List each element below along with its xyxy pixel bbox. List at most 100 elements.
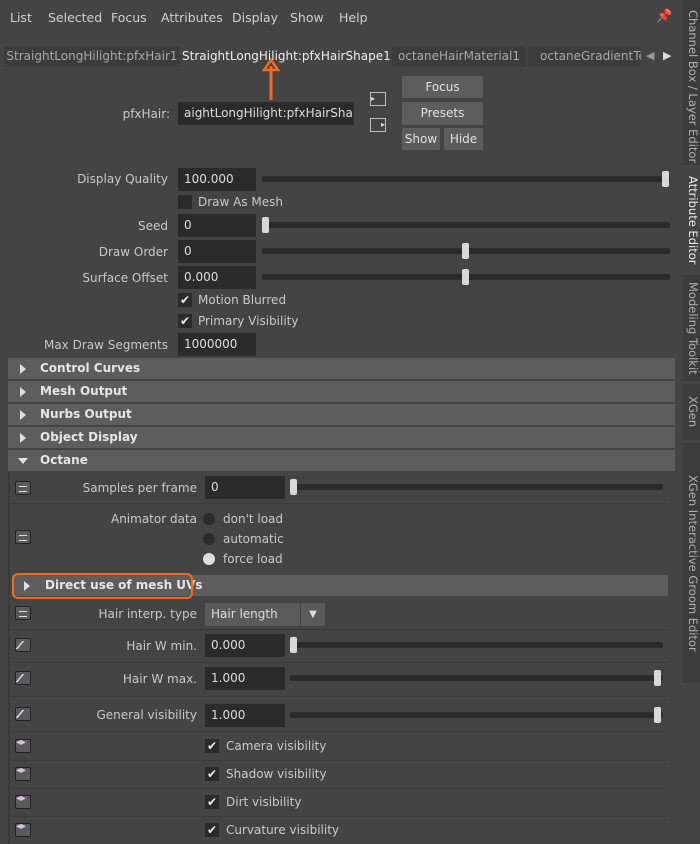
shadow-visibility-checkbox[interactable]: ✔: [205, 767, 219, 781]
samples-label: Samples per frame: [82, 481, 197, 495]
side-tab-channel-box[interactable]: Channel Box / Layer Editor: [683, 0, 700, 165]
wmax-field[interactable]: 1.000: [205, 667, 285, 690]
surface-offset-label: Surface Offset: [82, 271, 168, 285]
curve-icon[interactable]: [15, 638, 31, 652]
tab-gradient-texture[interactable]: octaneGradientTexture: [528, 46, 641, 67]
samples-field[interactable]: 0: [205, 476, 285, 499]
curvature-visibility-label: Curvature visibility: [226, 823, 339, 837]
radio-automatic[interactable]: [203, 533, 215, 545]
primary-visibility-checkbox[interactable]: ✔: [178, 314, 192, 328]
load-input-icon[interactable]: ▸: [370, 92, 386, 106]
octane-panel-border: [8, 472, 10, 844]
interp-value: Hair length: [211, 607, 278, 621]
side-tab-modeling-toolkit[interactable]: Modeling Toolkit: [683, 275, 700, 381]
row-separator: [12, 760, 667, 761]
link-icon[interactable]: [15, 793, 31, 809]
surface-offset-field[interactable]: 0.000: [178, 266, 256, 289]
samples-handle[interactable]: [290, 479, 297, 495]
tab-pfxhair[interactable]: StraightLongHilight:pfxHair1: [4, 46, 180, 67]
curve-icon[interactable]: [15, 671, 31, 685]
menu-list[interactable]: List: [10, 10, 32, 25]
pin-icon[interactable]: 📌: [656, 9, 672, 24]
surface-offset-handle[interactable]: [462, 269, 469, 285]
draw-order-field[interactable]: 0: [178, 240, 256, 263]
tab-pfxhairshape[interactable]: StraightLongHilight:pfxHairShape1: [182, 46, 390, 67]
load-output-icon[interactable]: ▸: [370, 118, 386, 132]
tab-hair-material[interactable]: octaneHairMaterial1: [392, 46, 526, 67]
draw-order-handle[interactable]: [462, 243, 469, 259]
section-label: Object Display: [40, 430, 138, 444]
primary-visibility-label: Primary Visibility: [198, 314, 299, 328]
animator-label: Animator data: [110, 512, 197, 526]
wmax-handle[interactable]: [654, 670, 661, 686]
highlight-outline: [12, 573, 193, 599]
focus-button[interactable]: Focus: [402, 76, 483, 98]
section-label: Control Curves: [40, 361, 141, 375]
tab-scroll-right-icon[interactable]: ▶: [663, 49, 671, 62]
motion-blurred-label: Motion Blurred: [198, 293, 287, 307]
connection-icon[interactable]: [15, 530, 31, 544]
tab-scroll-left-icon[interactable]: ◀: [646, 49, 654, 62]
section-mesh-output[interactable]: Mesh Output: [8, 381, 675, 402]
radio-automatic-label: automatic: [223, 532, 284, 546]
motion-blurred-checkbox[interactable]: ✔: [178, 293, 192, 307]
wmax-slider[interactable]: [290, 675, 663, 681]
connection-icon[interactable]: [15, 606, 31, 620]
display-quality-handle[interactable]: [662, 171, 669, 187]
row-separator: [12, 696, 667, 697]
menu-help[interactable]: Help: [339, 10, 368, 25]
expand-icon: [20, 364, 26, 374]
dirt-visibility-checkbox[interactable]: ✔: [205, 795, 219, 809]
node-label: pfxHair:: [122, 107, 170, 121]
section-octane[interactable]: Octane: [8, 450, 675, 471]
menu-focus[interactable]: Focus: [111, 10, 147, 25]
menu-show[interactable]: Show: [290, 10, 324, 25]
show-button[interactable]: Show: [402, 128, 440, 150]
expand-icon: [20, 410, 26, 420]
side-tab-xgen-groom[interactable]: XGen Interactive Groom Editor: [683, 443, 700, 683]
radio-dont-load[interactable]: [203, 513, 215, 525]
row-separator: [12, 788, 667, 789]
link-icon[interactable]: [15, 737, 31, 753]
interp-dropdown[interactable]: Hair length ▼: [205, 603, 325, 626]
wmin-field[interactable]: 0.000: [205, 634, 285, 657]
hide-button[interactable]: Hide: [444, 128, 483, 150]
collapse-icon: [18, 458, 28, 464]
presets-button[interactable]: Presets: [402, 102, 483, 125]
draw-as-mesh-checkbox[interactable]: [178, 195, 192, 209]
wmin-label: Hair W min.: [126, 639, 197, 653]
seed-slider[interactable]: [262, 222, 670, 228]
display-quality-field[interactable]: 100.000: [178, 168, 256, 191]
wmin-slider[interactable]: [290, 642, 663, 648]
max-draw-segments-field[interactable]: 1000000: [178, 333, 256, 356]
link-icon[interactable]: [15, 821, 31, 837]
curvature-visibility-checkbox[interactable]: ✔: [205, 823, 219, 837]
section-control-curves[interactable]: Control Curves: [8, 358, 675, 379]
curve-icon[interactable]: [15, 707, 31, 721]
wmin-handle[interactable]: [290, 637, 297, 653]
side-tab-xgen[interactable]: XGen: [683, 384, 700, 440]
seed-handle[interactable]: [262, 217, 269, 233]
genvis-slider[interactable]: [290, 712, 663, 718]
row-separator: [12, 662, 667, 663]
display-quality-slider[interactable]: [262, 176, 670, 182]
section-nurbs-output[interactable]: Nurbs Output: [8, 404, 675, 425]
wmax-label: Hair W max.: [122, 672, 197, 686]
connection-icon[interactable]: [15, 481, 31, 495]
side-tab-attribute-editor[interactable]: Attribute Editor: [683, 168, 700, 272]
link-icon[interactable]: [15, 765, 31, 781]
genvis-field[interactable]: 1.000: [205, 704, 285, 727]
node-name-field[interactable]: aightLongHilight:pfxHairShape1: [178, 102, 354, 125]
seed-field[interactable]: 0: [178, 214, 256, 237]
dirt-visibility-label: Dirt visibility: [226, 795, 302, 809]
menu-selected[interactable]: Selected: [48, 10, 102, 25]
radio-force-load[interactable]: [203, 553, 215, 565]
menu-attributes[interactable]: Attributes: [161, 10, 223, 25]
row-separator: [12, 503, 667, 504]
samples-slider[interactable]: [290, 484, 663, 490]
section-object-display[interactable]: Object Display: [8, 427, 675, 448]
camera-visibility-checkbox[interactable]: ✔: [205, 739, 219, 753]
genvis-handle[interactable]: [654, 707, 661, 723]
draw-order-label: Draw Order: [98, 245, 168, 259]
menu-display[interactable]: Display: [232, 10, 278, 25]
